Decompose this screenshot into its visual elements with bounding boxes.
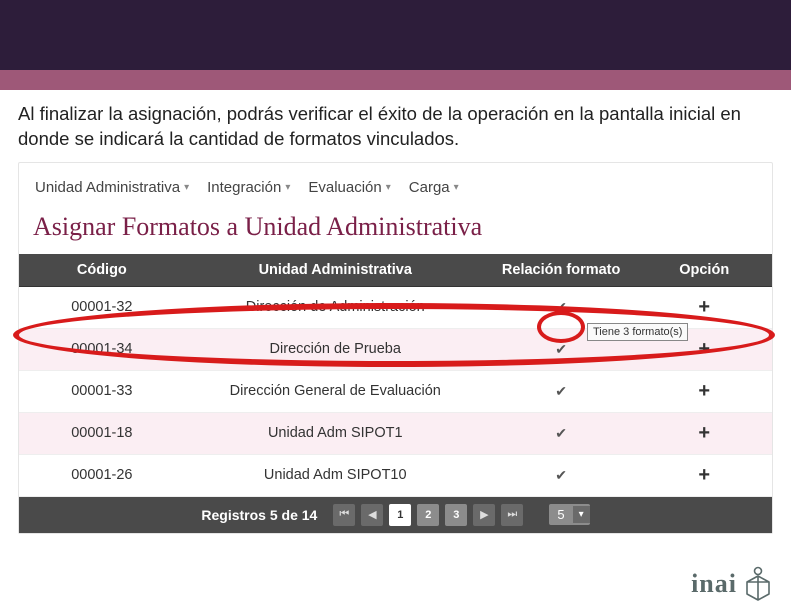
- cell-relacion: ✔: [486, 370, 637, 412]
- header-dark-band: [0, 0, 791, 70]
- chevron-down-icon: ▾: [386, 182, 391, 193]
- page-size-select[interactable]: 5 ▾: [549, 504, 589, 525]
- table-row: 00001-33 Dirección General de Evaluación…: [19, 370, 772, 412]
- page-size-value: 5: [549, 504, 572, 525]
- pager-next-button[interactable]: ▶: [473, 504, 495, 526]
- cell-unidad: Dirección de Administración: [185, 286, 486, 328]
- cell-unidad: Dirección de Prueba: [185, 328, 486, 370]
- app-screenshot: Unidad Administrativa ▾ Integración ▾ Ev…: [18, 162, 773, 534]
- col-opcion: Opción: [636, 254, 772, 287]
- chevron-down-icon: ▾: [454, 182, 459, 193]
- table-row: 00001-26 Unidad Adm SIPOT10 ✔ +: [19, 454, 772, 496]
- menu-integracion[interactable]: Integración ▾: [201, 177, 296, 198]
- slide-header-bar: [0, 0, 791, 90]
- check-icon: ✔: [555, 467, 567, 483]
- table-header-row: Código Unidad Administrativa Relación fo…: [19, 254, 772, 287]
- col-relacion: Relación formato: [486, 254, 637, 287]
- pager-page-2[interactable]: 2: [417, 504, 439, 526]
- cell-codigo: 00001-32: [19, 286, 185, 328]
- chevron-down-icon: ▾: [184, 182, 189, 193]
- pager-page-1[interactable]: 1: [389, 504, 411, 526]
- caption-text: Al finalizar la asignación, podrás verif…: [0, 90, 791, 156]
- check-icon: ✔: [555, 299, 567, 315]
- menu-label: Unidad Administrativa: [35, 179, 180, 196]
- cube-person-icon: [743, 566, 773, 602]
- cell-unidad: Unidad Adm SIPOT10: [185, 454, 486, 496]
- pager-prev-button[interactable]: ◀: [361, 504, 383, 526]
- check-icon: ✔: [555, 383, 567, 399]
- menu-carga[interactable]: Carga ▾: [403, 177, 465, 198]
- pager-first-button[interactable]: ⏮: [333, 504, 355, 526]
- cell-opcion: +: [636, 454, 772, 496]
- pagination-bar: Registros 5 de 14 ⏮ ◀ 1 2 3 ▶ ⏭ 5 ▾: [19, 497, 772, 533]
- pager-page-3[interactable]: 3: [445, 504, 467, 526]
- cell-codigo: 00001-34: [19, 328, 185, 370]
- add-button[interactable]: +: [698, 464, 710, 486]
- pager-records-label: Registros 5 de 14: [201, 507, 317, 523]
- check-icon: ✔: [555, 425, 567, 441]
- cell-codigo: 00001-33: [19, 370, 185, 412]
- check-icon: ✔: [555, 341, 567, 357]
- top-menu: Unidad Administrativa ▾ Integración ▾ Ev…: [19, 171, 772, 208]
- cell-relacion: ✔: [486, 454, 637, 496]
- cell-opcion: +: [636, 412, 772, 454]
- menu-label: Carga: [409, 179, 450, 196]
- cell-opcion: +: [636, 370, 772, 412]
- chevron-down-icon: ▾: [573, 506, 590, 523]
- table-row: 00001-18 Unidad Adm SIPOT1 ✔ +: [19, 412, 772, 454]
- formats-tooltip: Tiene 3 formato(s): [587, 323, 688, 341]
- menu-label: Integración: [207, 179, 281, 196]
- page-title: Asignar Formatos a Unidad Administrativa: [19, 208, 772, 254]
- menu-evaluacion[interactable]: Evaluación ▾: [302, 177, 396, 198]
- chevron-down-icon: ▾: [285, 182, 290, 193]
- logo-text: inai: [691, 569, 737, 599]
- add-button[interactable]: +: [698, 380, 710, 402]
- col-unidad: Unidad Administrativa: [185, 254, 486, 287]
- cell-codigo: 00001-26: [19, 454, 185, 496]
- add-button[interactable]: +: [698, 338, 710, 360]
- cell-codigo: 00001-18: [19, 412, 185, 454]
- cell-unidad: Dirección General de Evaluación: [185, 370, 486, 412]
- header-accent-band: [0, 70, 791, 90]
- formatos-table: Código Unidad Administrativa Relación fo…: [19, 254, 772, 497]
- cell-unidad: Unidad Adm SIPOT1: [185, 412, 486, 454]
- cell-relacion: ✔: [486, 412, 637, 454]
- pager-last-button[interactable]: ⏭: [501, 504, 523, 526]
- menu-label: Evaluación: [308, 179, 381, 196]
- menu-unidad-administrativa[interactable]: Unidad Administrativa ▾: [29, 177, 195, 198]
- col-codigo: Código: [19, 254, 185, 287]
- add-button[interactable]: +: [698, 296, 710, 318]
- inai-logo: inai: [691, 566, 773, 602]
- add-button[interactable]: +: [698, 422, 710, 444]
